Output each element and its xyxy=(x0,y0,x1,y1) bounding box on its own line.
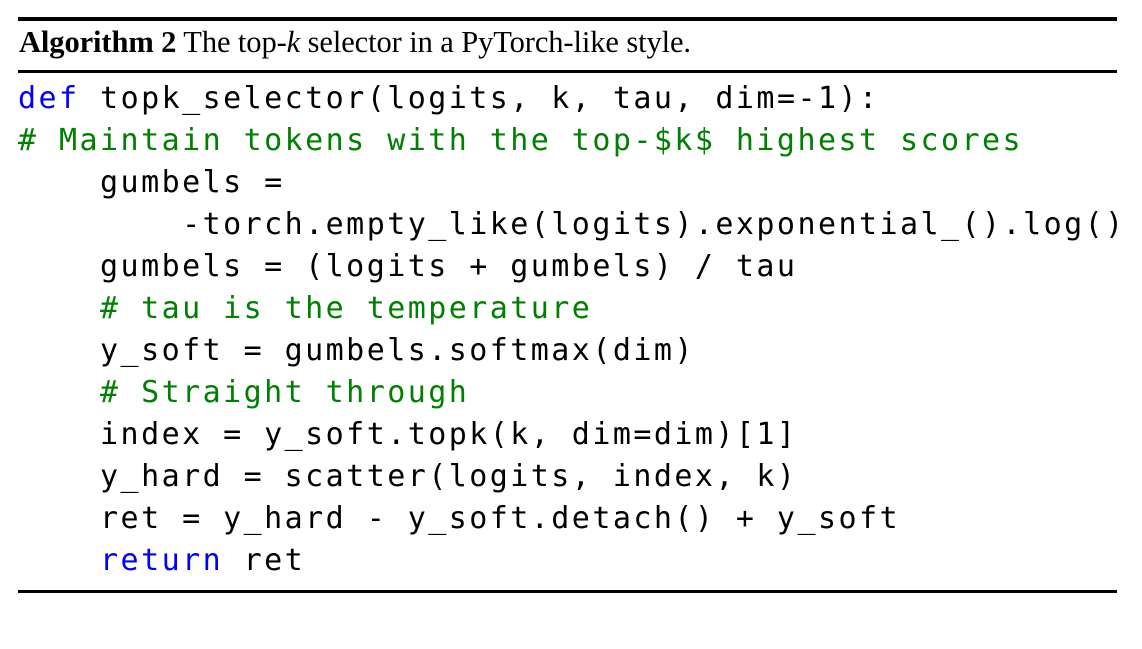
code-token-plain: ret = y_hard - y_soft.detach() + y_soft xyxy=(18,501,900,536)
code-token-plain: gumbels = xyxy=(18,165,285,200)
code-token-plain: ret xyxy=(223,543,306,578)
code-token-plain: y_soft = gumbels.softmax(dim) xyxy=(18,333,695,368)
code-token-comment: # tau is the temperature xyxy=(18,291,593,326)
code-token-plain: gumbels = (logits + gumbels) / tau xyxy=(18,249,798,284)
code-line: index = y_soft.topk(k, dim=dim)[1] xyxy=(18,414,1117,456)
algorithm-caption: Algorithm 2 The top-k selector in a PyTo… xyxy=(18,21,1117,64)
code-line: def topk_selector(logits, k, tau, dim=-1… xyxy=(18,78,1117,120)
code-line: # Maintain tokens with the top-$k$ highe… xyxy=(18,120,1117,162)
code-line: y_soft = gumbels.softmax(dim) xyxy=(18,330,1117,372)
algorithm-caption-text-before: The top- xyxy=(176,25,287,59)
algorithm-bottom-rule xyxy=(18,590,1117,593)
algorithm-float: Algorithm 2 The top-k selector in a PyTo… xyxy=(18,0,1123,593)
algorithm-code-block: def topk_selector(logits, k, tau, dim=-1… xyxy=(18,73,1123,582)
code-line: gumbels = (logits + gumbels) / tau xyxy=(18,246,1117,288)
algorithm-caption-math-k: k xyxy=(286,25,301,59)
code-line: -torch.empty_like(logits).exponential_()… xyxy=(18,204,1123,246)
code-line: ret = y_hard - y_soft.detach() + y_soft xyxy=(18,498,1117,540)
code-token-comment: # Straight through xyxy=(18,375,470,410)
code-token-plain: index = y_soft.topk(k, dim=dim)[1] xyxy=(18,417,798,452)
code-line: gumbels = xyxy=(18,162,1117,204)
code-line: return ret xyxy=(18,540,1117,582)
code-token-keyword: def xyxy=(18,81,80,116)
code-line: y_hard = scatter(logits, index, k) xyxy=(18,456,1117,498)
code-line: # Straight through xyxy=(18,372,1117,414)
code-line: # tau is the temperature xyxy=(18,288,1117,330)
code-token-plain: y_hard = scatter(logits, index, k) xyxy=(18,459,798,494)
code-token-plain: topk_selector(logits, k, tau, dim=-1): xyxy=(79,81,880,116)
code-token-keyword: return xyxy=(100,543,224,578)
algorithm-caption-label: Algorithm 2 xyxy=(19,25,177,59)
algorithm-caption-text-after: selector in a PyTorch-like style. xyxy=(300,25,691,59)
code-token-plain: -torch.empty_like(logits).exponential_()… xyxy=(18,207,1126,242)
code-token-comment: # Maintain tokens with the top-$k$ highe… xyxy=(18,123,1024,158)
